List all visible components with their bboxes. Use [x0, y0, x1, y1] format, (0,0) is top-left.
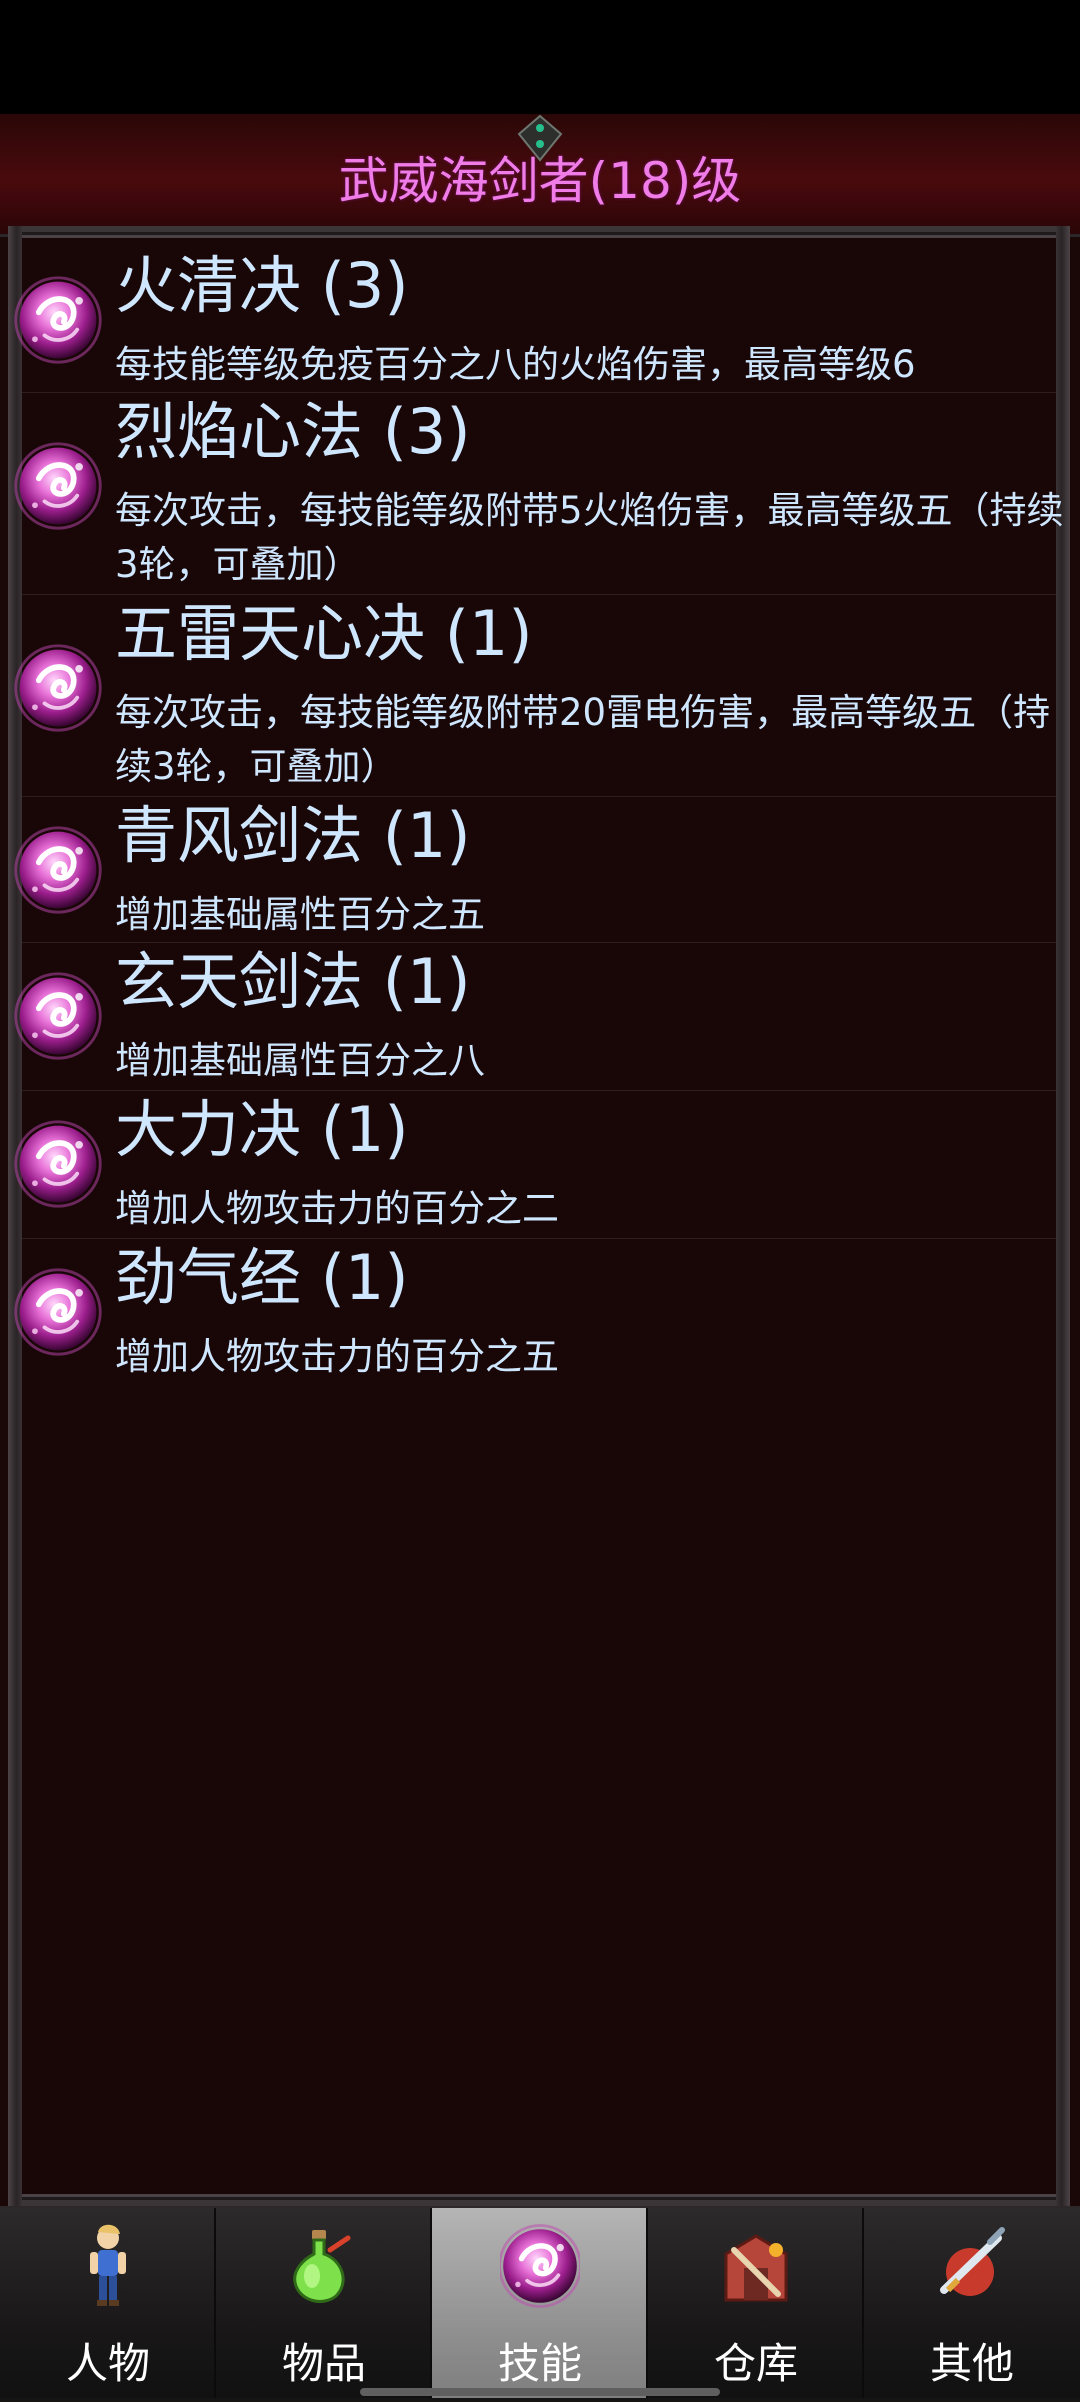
potion-icon: [293, 2230, 351, 2303]
tab-label: 人物: [65, 2339, 150, 2388]
skill-name: 青风剑法 (1): [115, 799, 471, 872]
tab-label: 技能: [497, 2339, 582, 2388]
skill-name: 玄天剑法 (1): [115, 945, 471, 1018]
pink-orb-skill-icon: [10, 1116, 106, 1212]
tab-items[interactable]: 物品: [216, 2208, 432, 2398]
pink-orb-skill-icon: [10, 968, 106, 1064]
tab-label: 其他: [929, 2339, 1014, 2388]
skill-description: 每技能等级免疫百分之八的火焰伤害，最高等级6: [115, 343, 916, 386]
skill-description: 增加基础属性百分之八: [115, 1039, 485, 1082]
skill-name: 劲气经 (1): [115, 1241, 409, 1314]
skill-row-4[interactable]: 青风剑法 (1) 增加基础属性百分之五: [22, 796, 1056, 943]
page-title: 武威海剑者(18)级: [338, 152, 742, 210]
skill-row-3[interactable]: 五雷天心决 (1) 每次攻击，每技能等级附带20雷电伤害，最高等级五（持续3轮，…: [22, 594, 1056, 797]
pink-orb-skill-icon: [10, 1264, 106, 1360]
pink-orb-skill-icon: [10, 822, 106, 918]
pink-orb-skill-icon: [10, 272, 106, 368]
pink-orb-skill-icon: [10, 438, 106, 534]
skill-orb-icon: [500, 2220, 580, 2310]
skill-name: 火清决 (3): [115, 249, 409, 322]
skill-row-6[interactable]: 大力决 (1) 增加人物攻击力的百分之二: [22, 1090, 1056, 1239]
tab-other[interactable]: 其他: [864, 2208, 1080, 2398]
home-indicator[interactable]: [360, 2388, 720, 2396]
skill-row-5[interactable]: 玄天剑法 (1) 增加基础属性百分之八: [22, 942, 1056, 1091]
skill-name: 烈焰心法 (3): [115, 395, 471, 468]
skill-description: 每次攻击，每技能等级附带20雷电伤害，最高等级五（持续3轮，可叠加）: [115, 691, 1051, 788]
skill-row-1[interactable]: 火清决 (3) 每技能等级免疫百分之八的火焰伤害，最高等级6: [22, 246, 1056, 393]
tab-character[interactable]: 人物: [0, 2208, 216, 2398]
status-bar: [0, 0, 1080, 114]
skill-row-7[interactable]: 劲气经 (1) 增加人物攻击力的百分之五: [22, 1238, 1056, 1386]
skill-description: 增加人物攻击力的百分之五: [115, 1335, 559, 1378]
tab-skills[interactable]: 技能: [432, 2208, 648, 2398]
skill-description: 每次攻击，每技能等级附带5火焰伤害，最高等级五（持续3轮，可叠加）: [115, 489, 1064, 586]
tab-warehouse[interactable]: 仓库: [648, 2208, 864, 2398]
skill-row-2[interactable]: 烈焰心法 (3) 每次攻击，每技能等级附带5火焰伤害，最高等级五（持续3轮，可叠…: [22, 392, 1064, 595]
tab-label: 物品: [281, 2339, 366, 2388]
tab-label: 仓库: [713, 2339, 798, 2388]
other-weapon-icon: [940, 2227, 1005, 2296]
warehouse-icon: [724, 2234, 788, 2302]
skill-description: 增加基础属性百分之五: [115, 893, 485, 936]
character-icon: [90, 2224, 126, 2306]
pink-orb-skill-icon: [10, 640, 106, 736]
skill-description: 增加人物攻击力的百分之二: [115, 1187, 559, 1230]
skill-name: 大力决 (1): [115, 1093, 409, 1166]
skill-name: 五雷天心决 (1): [115, 597, 533, 670]
